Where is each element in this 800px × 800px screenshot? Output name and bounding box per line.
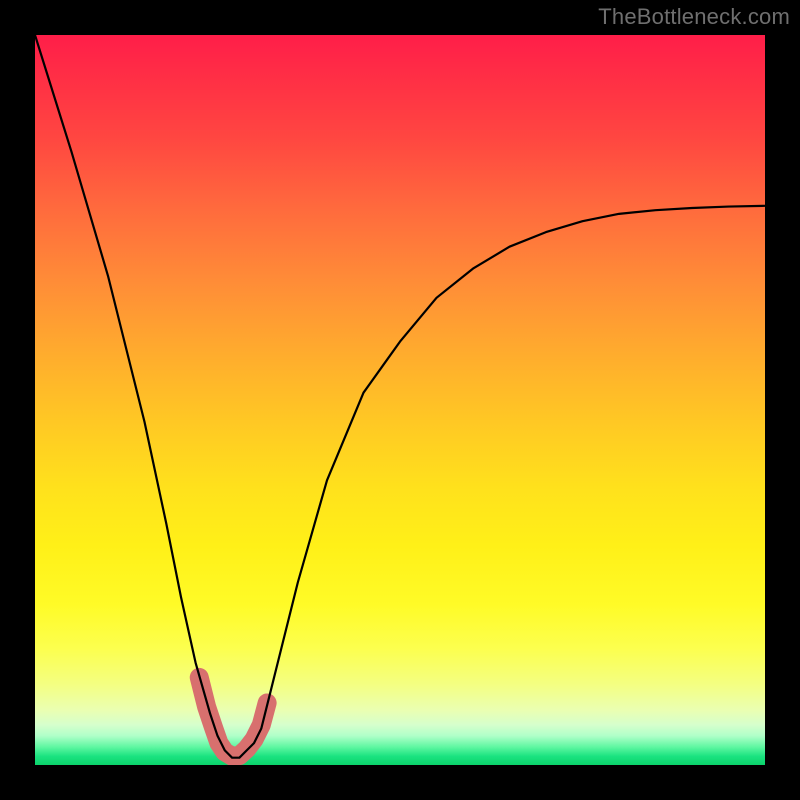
valley-highlight bbox=[199, 677, 267, 756]
watermark-label: TheBottleneck.com bbox=[598, 4, 790, 30]
curve-svg bbox=[35, 35, 765, 765]
plot-area bbox=[35, 35, 765, 765]
bottleneck-curve bbox=[35, 35, 765, 758]
chart-frame: TheBottleneck.com bbox=[0, 0, 800, 800]
